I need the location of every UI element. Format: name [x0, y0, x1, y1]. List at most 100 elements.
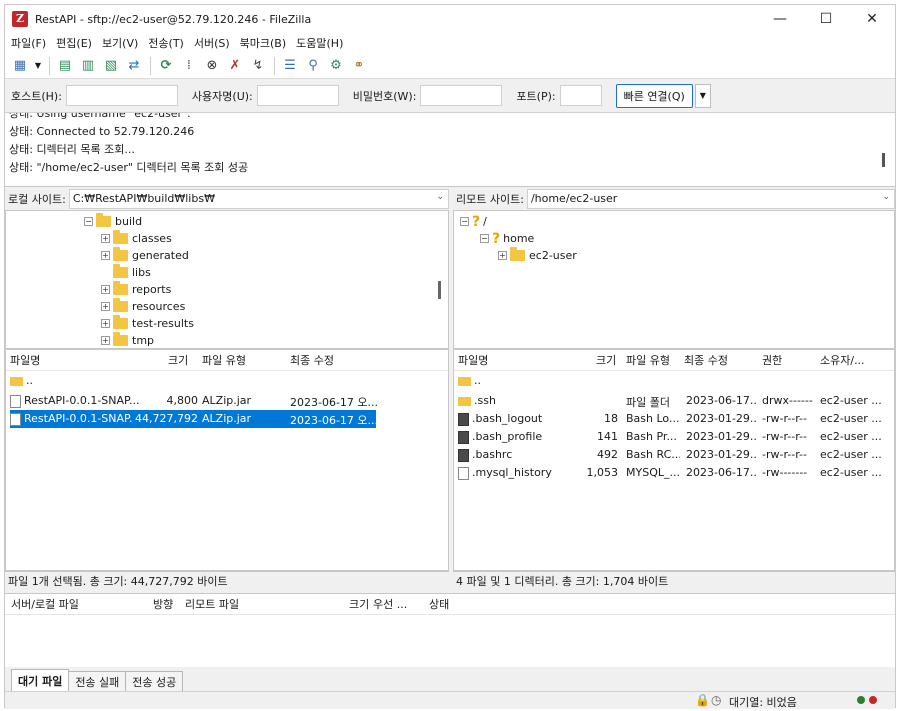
local-tree-scrollbar[interactable] [438, 281, 441, 299]
directory-compare-icon[interactable]: ⚲ [304, 57, 322, 75]
sync-browsing-icon[interactable]: ⚙ [327, 57, 345, 75]
list-item[interactable]: .bash_logout 18 Bash Lo... 2023-01-29...… [454, 410, 894, 428]
list-item[interactable]: .bashrc 492 Bash RC... 2023-01-29... -rw… [454, 446, 894, 464]
site-manager-dropdown-icon[interactable]: ▼ [34, 57, 42, 75]
collapse-icon[interactable]: − [84, 217, 93, 226]
tree-node-home[interactable]: − ? home [480, 230, 534, 247]
log-scrollbar[interactable] [882, 153, 885, 167]
port-input[interactable] [559, 85, 602, 106]
tree-node-root[interactable]: − ? / [460, 213, 487, 230]
column-permissions[interactable]: 권한 [762, 352, 782, 368]
expand-icon[interactable]: + [101, 234, 110, 243]
speed-limit-icon[interactable]: ◷ [711, 693, 721, 707]
list-item[interactable]: .mysql_history 1,053 MYSQL_... 2023-06-1… [454, 464, 894, 482]
refresh-icon[interactable]: ⟳ [157, 57, 175, 75]
remote-path-input[interactable]: /home/ec2-user ⌄ [526, 189, 895, 209]
collapse-icon[interactable]: − [460, 217, 469, 226]
tree-node-resources[interactable]: + resources [101, 298, 185, 315]
title-bar: Z RestAPI - sftp://ec2-user@52.79.120.24… [5, 5, 895, 33]
tab-successful-transfers[interactable]: 전송 성공 [125, 671, 184, 691]
file-name: .bashrc [472, 448, 513, 461]
file-size: 4,800 [166, 394, 199, 407]
tab-queued-files[interactable]: 대기 파일 [11, 669, 70, 691]
column-name[interactable]: 파일명 [458, 352, 488, 368]
remote-site-bar: 리모트 사이트: /home/ec2-user ⌄ [453, 188, 895, 210]
toggle-log-icon[interactable]: ▤ [56, 57, 74, 75]
list-item-selected[interactable]: RestAPI-0.0.1-SNAP... 44,727,792 ALZip.j… [10, 410, 378, 428]
list-item[interactable]: .ssh 파일 폴더 2023-06-17... drwx------ ec2-… [454, 392, 894, 410]
tree-node-build[interactable]: − build [84, 213, 142, 230]
list-item[interactable]: .. [454, 372, 894, 390]
menu-edit[interactable]: 편집(E) [56, 35, 92, 51]
column-owner[interactable]: 소유자/... [820, 352, 865, 368]
toggle-local-tree-icon[interactable]: ▥ [79, 57, 97, 75]
tree-node-ec2-user[interactable]: + ec2-user [498, 247, 577, 264]
file-type: ALZip.jar [202, 412, 252, 425]
host-input[interactable] [65, 85, 178, 106]
column-type[interactable]: 파일 유형 [202, 352, 246, 368]
expand-icon[interactable]: + [101, 302, 110, 311]
list-item[interactable]: RestAPI-0.0.1-SNAP... 4,800 ALZip.jar 20… [6, 392, 448, 410]
folder-icon [113, 315, 128, 329]
column-name[interactable]: 파일명 [10, 352, 40, 368]
file-icon [458, 412, 469, 426]
menu-help[interactable]: 도움말(H) [296, 35, 343, 51]
tab-failed-transfers[interactable]: 전송 실패 [68, 671, 127, 691]
collapse-icon[interactable]: − [480, 234, 489, 243]
tree-node-tmp[interactable]: + tmp [101, 332, 154, 348]
tree-node-generated[interactable]: + generated [101, 247, 189, 264]
column-size[interactable]: 크기 [349, 596, 369, 612]
local-path-input[interactable]: C:₩RestAPI₩build₩libs₩ ⌄ [68, 189, 449, 209]
close-button[interactable]: ✕ [849, 5, 895, 33]
password-input[interactable] [420, 85, 503, 106]
expand-icon[interactable]: + [101, 336, 110, 345]
cancel-operation-icon[interactable]: ⊗ [203, 57, 221, 75]
column-direction[interactable]: 방향 [153, 596, 173, 612]
menu-file[interactable]: 파일(F) [11, 35, 46, 51]
list-item[interactable]: .bash_profile 141 Bash Pr... 2023-01-29.… [454, 428, 894, 446]
chevron-down-icon[interactable]: ⌄ [882, 192, 890, 202]
quickconnect-dropdown-icon[interactable]: ▼ [694, 83, 711, 108]
file-modified: 2023-06-17... [686, 394, 758, 407]
toggle-remote-tree-icon[interactable]: ▧ [102, 57, 120, 75]
disconnect-icon[interactable]: ✗ [226, 57, 244, 75]
remote-site-label: 리모트 사이트: [456, 193, 524, 206]
menu-server[interactable]: 서버(S) [194, 35, 230, 51]
parent-folder-icon [10, 376, 23, 386]
column-size[interactable]: 크기 [168, 352, 188, 368]
tree-node-label: libs [132, 266, 151, 279]
minimize-button[interactable]: — [757, 5, 803, 33]
expand-icon[interactable]: + [498, 251, 507, 260]
list-item[interactable]: .. [6, 372, 448, 390]
expand-icon[interactable]: + [101, 319, 110, 328]
column-type[interactable]: 파일 유형 [626, 352, 670, 368]
reconnect-icon[interactable]: ↯ [249, 57, 267, 75]
column-modified[interactable]: 최종 수정 [290, 352, 334, 368]
expand-icon[interactable]: + [101, 285, 110, 294]
tree-node-libs[interactable]: libs [113, 264, 151, 281]
column-server-file[interactable]: 서버/로컬 파일 [11, 596, 79, 612]
menu-transfer[interactable]: 전송(T) [148, 35, 184, 51]
username-input[interactable] [256, 85, 339, 106]
file-permissions: drwx------ [762, 394, 813, 407]
expand-icon[interactable]: + [101, 251, 110, 260]
site-manager-icon[interactable]: ▦ [11, 57, 29, 75]
quickconnect-button[interactable]: 빠른 연결(Q) [615, 83, 693, 108]
process-queue-icon[interactable]: ⁞ [180, 57, 198, 75]
search-files-icon[interactable]: ⚭ [350, 57, 368, 75]
column-size[interactable]: 크기 [596, 352, 616, 368]
tree-node-reports[interactable]: + reports [101, 281, 171, 298]
column-priority[interactable]: 우선 ... [373, 596, 407, 612]
column-modified[interactable]: 최종 수정 [684, 352, 728, 368]
column-remote-file[interactable]: 리모트 파일 [185, 596, 239, 612]
tree-node-classes[interactable]: + classes [101, 230, 172, 247]
maximize-button[interactable]: ☐ [803, 5, 849, 33]
chevron-down-icon[interactable]: ⌄ [436, 192, 444, 202]
menu-view[interactable]: 보기(V) [102, 35, 138, 51]
directory-filter-icon[interactable]: ☰ [281, 57, 299, 75]
tree-node-test-results[interactable]: + test-results [101, 315, 194, 332]
toggle-queue-icon[interactable]: ⇄ [125, 57, 143, 75]
file-owner: ec2-user ... [820, 394, 882, 407]
column-status[interactable]: 상태 [429, 596, 449, 612]
menu-bookmarks[interactable]: 북마크(B) [240, 35, 287, 51]
